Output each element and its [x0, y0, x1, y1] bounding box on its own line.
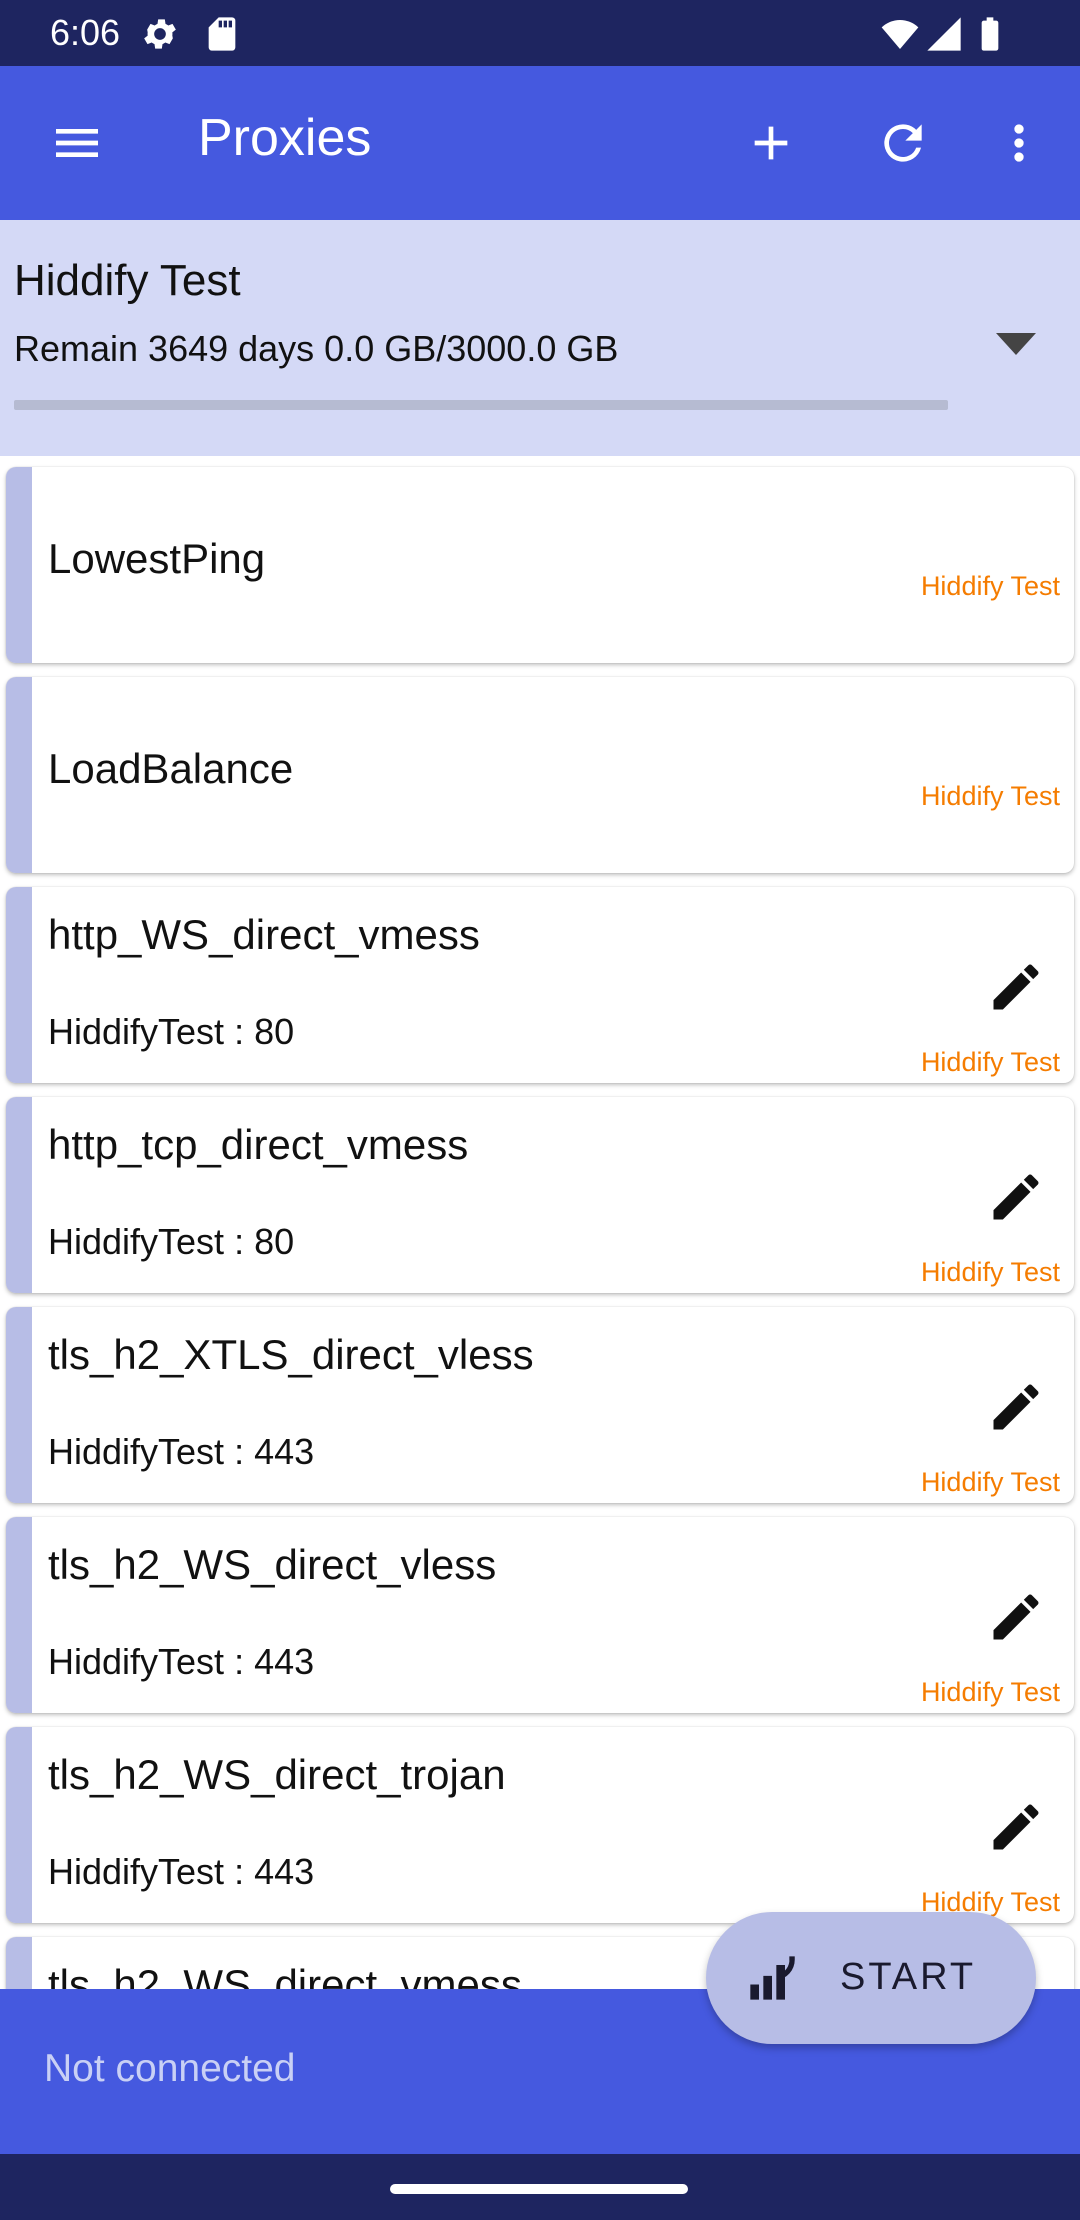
proxy-name: tls_h2_WS_direct_trojan [48, 1751, 506, 1798]
profile-tag: Hiddify Test [920, 1677, 1060, 1707]
selection-stripe [6, 1727, 32, 1923]
sd-card-icon [208, 17, 236, 51]
settings-status-icon [144, 19, 176, 49]
home-gesture-handle[interactable] [390, 2184, 688, 2194]
proxy-item-loadbalance[interactable]: LoadBalance Hiddify Test [6, 677, 1074, 873]
proxy-host: HiddifyTest : 443 [48, 1431, 315, 1472]
selection-stripe [6, 467, 32, 663]
profile-remaining: Remain 3649 days 0.0 GB/3000.0 GB [14, 328, 619, 369]
proxy-item-lowestping[interactable]: LowestPing Hiddify Test [6, 467, 1074, 663]
refresh-icon[interactable] [868, 108, 938, 178]
profile-tag: Hiddify Test [920, 571, 1060, 601]
edit-icon[interactable] [986, 957, 1046, 1017]
wifi-icon [881, 20, 919, 49]
selection-stripe [6, 1517, 32, 1713]
profile-tag: Hiddify Test [920, 1257, 1060, 1287]
page-title: Proxies [198, 109, 372, 167]
proxy-name: tls_h2_WS_direct_vless [48, 1541, 497, 1588]
usage-progress-bar [14, 400, 948, 410]
profile-tag: Hiddify Test [920, 1467, 1060, 1497]
more-vert-icon[interactable] [984, 108, 1054, 178]
profile-selector[interactable]: Hiddify Test Remain 3649 days 0.0 GB/300… [0, 220, 1080, 456]
add-icon[interactable] [736, 108, 806, 178]
proxy-name: http_tcp_direct_vmess [48, 1121, 469, 1168]
edit-icon[interactable] [986, 1377, 1046, 1437]
proxy-item[interactable]: tls_h2_WS_direct_vless HiddifyTest : 443… [6, 1517, 1074, 1713]
proxy-host: HiddifyTest : 80 [48, 1011, 295, 1052]
system-nav-bar [0, 2154, 1080, 2220]
cell-signal-icon [927, 17, 961, 51]
start-button-label: START [840, 1956, 977, 1998]
connection-status-text: Not connected [44, 2047, 296, 2090]
selection-stripe [6, 1307, 32, 1503]
proxy-item[interactable]: tls_h2_WS_direct_trojan HiddifyTest : 44… [6, 1727, 1074, 1923]
app-bar: Proxies [0, 66, 1080, 220]
proxy-name: tls_h2_XTLS_direct_vless [48, 1331, 534, 1378]
proxy-item[interactable]: tls_h2_XTLS_direct_vless HiddifyTest : 4… [6, 1307, 1074, 1503]
profile-name: Hiddify Test [14, 256, 241, 305]
status-time: 6:06 [50, 12, 121, 53]
proxy-item[interactable]: http_tcp_direct_vmess HiddifyTest : 80 H… [6, 1097, 1074, 1293]
profile-tag: Hiddify Test [920, 1047, 1060, 1077]
selection-stripe [6, 677, 32, 873]
edit-icon[interactable] [986, 1587, 1046, 1647]
proxy-host: HiddifyTest : 80 [48, 1221, 295, 1262]
proxy-name: LoadBalance [48, 745, 294, 792]
menu-icon[interactable] [42, 108, 112, 178]
proxy-name: http_WS_direct_vmess [48, 911, 480, 958]
selection-stripe [6, 1097, 32, 1293]
proxy-name: LowestPing [48, 535, 266, 582]
proxy-host: HiddifyTest : 443 [48, 1851, 315, 1892]
dropdown-arrow-icon[interactable] [996, 330, 1036, 360]
profile-tag: Hiddify Test [920, 781, 1060, 811]
edit-icon[interactable] [986, 1167, 1046, 1227]
proxy-host: HiddifyTest : 443 [48, 1641, 315, 1682]
edit-icon[interactable] [986, 1797, 1046, 1857]
start-button[interactable]: START [706, 1912, 1036, 2044]
battery-icon [981, 17, 999, 51]
signal-bars-icon [750, 1956, 795, 2000]
selection-stripe [6, 887, 32, 1083]
status-bar: 6:06 [0, 0, 1080, 66]
proxy-item[interactable]: http_WS_direct_vmess HiddifyTest : 80 Hi… [6, 887, 1074, 1083]
